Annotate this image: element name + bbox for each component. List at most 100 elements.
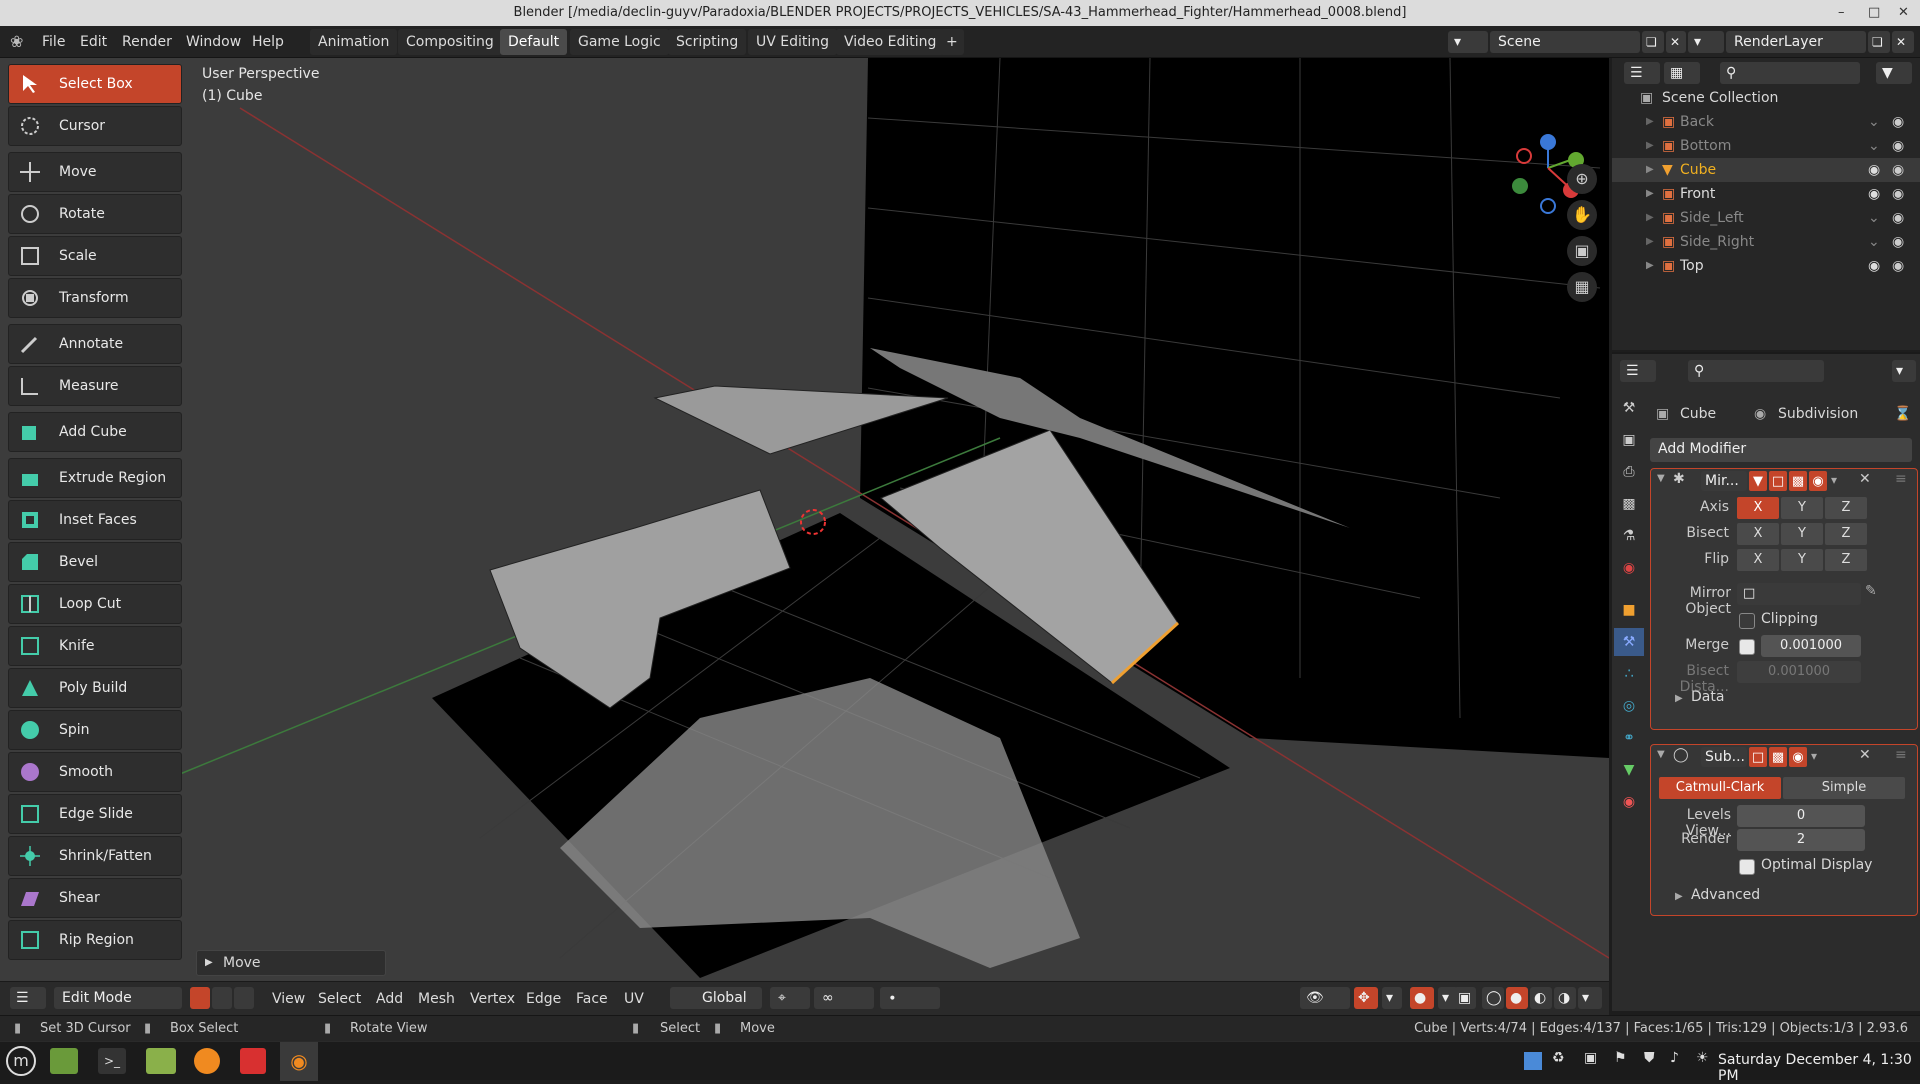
remove-modifier-icon[interactable]: ✕ [1859, 471, 1871, 487]
tool-select-box[interactable]: Select Box [8, 64, 182, 104]
blender-logo-icon[interactable]: ❀ [10, 26, 23, 58]
object-tab-icon[interactable]: ■ [1614, 596, 1644, 624]
blender-taskbar-icon[interactable]: ◉ [280, 1042, 318, 1081]
display-mode-icon[interactable]: ▦ [1664, 62, 1700, 84]
outliner-item-cube[interactable]: ▶ ▼ Cube ◉ ◉ [1612, 158, 1920, 182]
advanced-expand-icon[interactable]: ▶ [1675, 891, 1683, 902]
scene-field[interactable]: Scene [1490, 31, 1640, 53]
menu-file[interactable]: File [42, 26, 65, 58]
tab-scripting[interactable]: Scripting [668, 29, 747, 55]
tool-spin[interactable]: Spin [8, 710, 182, 750]
new-layer-icon[interactable]: ❏ [1868, 31, 1890, 53]
orientation-selector[interactable]: Global [670, 987, 762, 1009]
tool-inset-faces[interactable]: Inset Faces [8, 500, 182, 540]
outliner-item-bottom[interactable]: ▶ ▣ Bottom ⌄ ◉ [1612, 134, 1920, 158]
remove-modifier-icon[interactable]: ✕ [1859, 747, 1871, 763]
proportional-edit-icon[interactable]: ∙ [880, 987, 940, 1009]
3d-viewport[interactable]: User Perspective (1) Cube ⊕ ✋ ▣ ▦ ▶ Move [0, 58, 1609, 1011]
hidden-eye-icon[interactable]: ⌄ [1868, 206, 1880, 230]
render-tab-icon[interactable]: ▣ [1614, 426, 1644, 454]
tab-animation[interactable]: Animation [310, 29, 398, 55]
tool-knife[interactable]: Knife [8, 626, 182, 666]
outliner-search-icon[interactable]: ⚲ [1720, 62, 1860, 84]
bisect-y-toggle[interactable]: Y [1781, 523, 1823, 545]
edit-mode-icon[interactable]: □ [1769, 471, 1787, 491]
flip-x-toggle[interactable]: X [1737, 549, 1779, 571]
menu-face[interactable]: Face [576, 988, 608, 1010]
render-toggle-icon[interactable]: ◉ [1809, 471, 1827, 491]
menu-edge[interactable]: Edge [526, 988, 561, 1010]
visible-eye-icon[interactable]: ◉ [1868, 254, 1880, 278]
render-camera-icon[interactable]: ◉ [1892, 206, 1904, 230]
tool-poly-build[interactable]: Poly Build [8, 668, 182, 708]
outliner-item-side-right[interactable]: ▶ ▣ Side_Right ⌄ ◉ [1612, 230, 1920, 254]
delete-scene-icon[interactable]: ✕ [1666, 31, 1686, 53]
modifier-tab-icon[interactable]: ⚒ [1614, 628, 1644, 656]
wireframe-shading-icon[interactable]: ◯ [1482, 987, 1504, 1009]
menu-select[interactable]: Select [318, 988, 361, 1010]
tray-screen-icon[interactable]: ▣ [1584, 1050, 1597, 1066]
render-layer-field[interactable]: RenderLayer [1726, 31, 1866, 53]
tab-game-logic[interactable]: Game Logic [570, 29, 669, 55]
tool-shear[interactable]: Shear [8, 878, 182, 918]
render-camera-icon[interactable]: ◉ [1892, 158, 1904, 182]
edge-select-icon[interactable] [212, 987, 232, 1009]
axis-z-toggle[interactable]: Z [1825, 497, 1867, 519]
tool-edge-slide[interactable]: Edge Slide [8, 794, 182, 834]
constraints-tab-icon[interactable]: ⚭ [1614, 724, 1644, 752]
edit-mode-icon[interactable]: □ [1749, 747, 1767, 767]
firefox-icon[interactable] [194, 1048, 220, 1074]
terminal-icon[interactable]: >_ [98, 1048, 126, 1074]
catmull-clark-button[interactable]: Catmull-Clark [1659, 777, 1781, 799]
levels-viewport-field[interactable]: 0 [1737, 805, 1865, 827]
flip-y-toggle[interactable]: Y [1781, 549, 1823, 571]
menu-edit[interactable]: Edit [80, 26, 107, 58]
collapse-arrow-icon[interactable]: ▼ [1657, 749, 1665, 760]
menu-vertex[interactable]: Vertex [470, 988, 515, 1010]
pin-icon[interactable]: ⌛ [1894, 406, 1911, 422]
outliner-type-icon[interactable]: ☰ [1624, 62, 1660, 84]
mode-selector[interactable]: Edit Mode [54, 987, 182, 1009]
rendered-shading-icon[interactable]: ◑ [1554, 987, 1576, 1009]
tray-network-icon[interactable]: ⛊ [1644, 1050, 1655, 1066]
filter-icon[interactable]: ▼ [1876, 62, 1912, 84]
eyedropper-icon[interactable]: ✎ [1865, 583, 1877, 599]
show-desktop-icon[interactable] [50, 1048, 78, 1074]
add-modifier-button[interactable]: Add Modifier [1650, 438, 1912, 462]
render-camera-icon[interactable]: ◉ [1892, 134, 1904, 158]
subdivision-name-field[interactable]: Sub... [1701, 747, 1747, 767]
start-menu-icon[interactable]: m [6, 1046, 36, 1076]
render-layer-icon[interactable]: ▾ [1688, 31, 1724, 53]
realtime-icon[interactable]: ▩ [1789, 471, 1807, 491]
snap-icon[interactable]: ∞ [814, 987, 874, 1009]
hidden-eye-icon[interactable]: ⌄ [1868, 134, 1880, 158]
tab-compositing[interactable]: Compositing [398, 29, 502, 55]
grid-view-icon[interactable]: ▦ [1567, 272, 1597, 302]
outliner-item-top[interactable]: ▶ ▣ Top ◉ ◉ [1612, 254, 1920, 278]
tool-add-cube[interactable]: Add Cube [8, 412, 182, 452]
overlay-toggle-icon[interactable]: ● [1410, 987, 1434, 1009]
properties-options-icon[interactable]: ▾ [1892, 360, 1916, 382]
tool-tab-icon[interactable]: ⚒ [1614, 394, 1644, 422]
render-camera-icon[interactable]: ◉ [1892, 254, 1904, 278]
vertex-select-icon[interactable] [190, 987, 210, 1009]
merge-checkbox[interactable] [1739, 639, 1755, 655]
material-shading-icon[interactable]: ◐ [1530, 987, 1552, 1009]
gizmo-menu-icon[interactable]: ▾ [1382, 987, 1402, 1009]
tool-shrink-fatten[interactable]: Shrink/Fatten [8, 836, 182, 876]
pivot-icon[interactable]: ⌖ [770, 987, 810, 1009]
render-levels-field[interactable]: 2 [1737, 829, 1865, 851]
visibility-icon[interactable]: 👁 [1300, 987, 1350, 1009]
tool-bevel[interactable]: Bevel [8, 542, 182, 582]
tool-annotate[interactable]: Annotate [8, 324, 182, 364]
optimal-display-checkbox[interactable] [1739, 859, 1755, 875]
tray-update-icon[interactable]: ♻ [1552, 1050, 1565, 1066]
data-tab-icon[interactable]: ▼ [1614, 756, 1644, 784]
render-camera-icon[interactable]: ◉ [1892, 182, 1904, 206]
text-editor-icon[interactable] [240, 1048, 266, 1074]
scene-tab-icon[interactable]: ⚗ [1614, 522, 1644, 550]
gizmo-toggle-icon[interactable]: ✥ [1354, 987, 1378, 1009]
hidden-eye-icon[interactable]: ⌄ [1868, 110, 1880, 134]
render-toggle-icon[interactable]: ◉ [1789, 747, 1807, 767]
tool-cursor[interactable]: Cursor [8, 106, 182, 146]
